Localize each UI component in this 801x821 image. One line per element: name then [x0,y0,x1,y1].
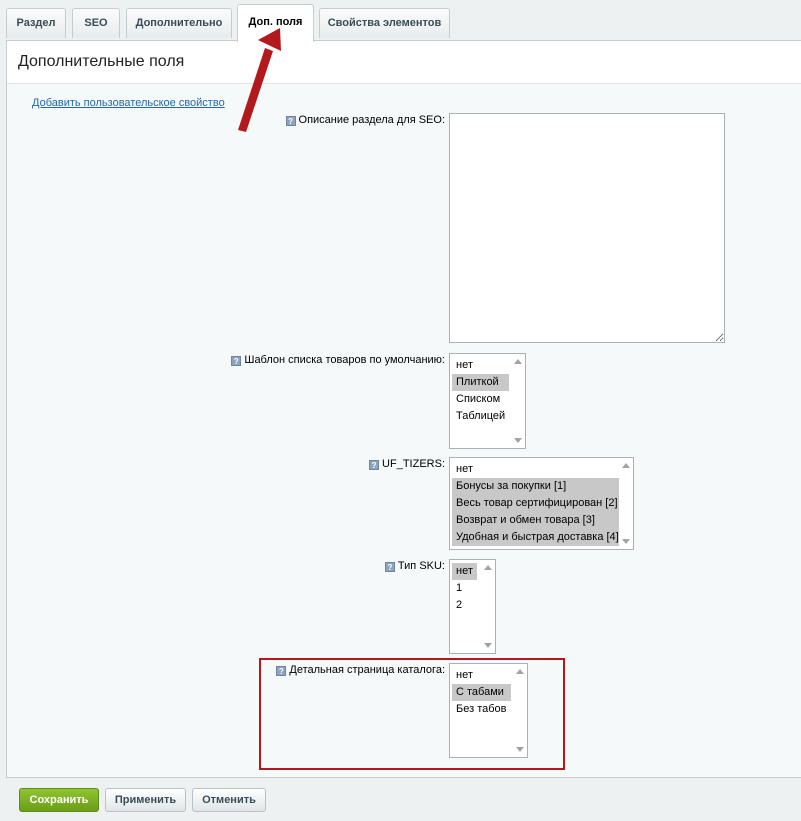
save-button[interactable]: Сохранить [19,788,99,812]
select-option[interactable]: нет [452,461,623,478]
uf-tizers-label: ? UF_TIZERS: [369,458,445,470]
sku-type-label: ? Тип SKU: [384,560,445,572]
scroll-down-icon[interactable] [516,747,524,752]
select-option[interactable]: 2 [452,597,477,614]
edit-panel: Дополнительные поля Добавить пользовател… [6,40,801,778]
list-template-options: нет Плиткой Списком Таблицей [452,357,510,425]
scroll-down-icon[interactable] [484,643,492,648]
scroll-up-icon[interactable] [622,463,630,468]
uf-tizers-options: нет Бонусы за покупки [1] Весь товар серти… [452,461,623,546]
catalog-detail-label-text: Детальная страница каталога: [289,664,445,676]
question-hint-icon[interactable]: ? [384,562,395,572]
tab-section[interactable]: Раздел [6,8,66,38]
select-option[interactable]: Списком [452,391,509,408]
select-option[interactable]: нет [452,563,477,580]
select-option[interactable]: Возврат и обмен товара [3] [452,512,623,529]
catalog-detail-label: ? Детальная страница каталога: [276,664,445,676]
panel-body: Добавить пользовательское свойство ? Опис… [7,84,801,777]
scrollbar[interactable] [481,560,495,653]
sku-type-options: нет 1 2 [452,563,477,614]
cancel-button[interactable]: Отменить [192,788,266,812]
scroll-down-icon[interactable] [622,539,630,544]
question-hint-icon[interactable]: ? [285,116,296,126]
tab-element-properties[interactable]: Свойства элементов [319,8,450,38]
select-option[interactable]: Бонусы за покупки [1] [452,478,623,495]
uf-tizers-label-text: UF_TIZERS: [382,458,445,470]
catalog-detail-options: нет С табами Без табов [452,667,511,718]
apply-button[interactable]: Применить [105,788,186,812]
seo-description-label-text: Описание раздела для SEO: [298,114,445,126]
tab-additional[interactable]: Дополнительно [126,8,232,38]
scroll-up-icon[interactable] [516,669,524,674]
scroll-down-icon[interactable] [514,438,522,443]
tab-seo[interactable]: SEO [72,8,120,38]
select-option[interactable]: Таблицей [452,408,509,425]
select-option[interactable]: Плиткой [452,374,510,391]
tab-bar: Раздел SEO Дополнительно Доп. поля Свойс… [0,0,801,42]
select-option[interactable]: нет [452,667,511,684]
catalog-detail-select[interactable]: нет С табами Без табов [449,663,528,758]
add-user-property-link[interactable]: Добавить пользовательское свойство [32,97,225,109]
question-hint-icon[interactable]: ? [369,460,380,470]
scrollbar[interactable] [513,664,527,757]
panel-title: Дополнительные поля [18,53,185,70]
tab-extra-fields[interactable]: Доп. поля [237,4,314,42]
scroll-up-icon[interactable] [514,359,522,364]
sku-type-select[interactable]: нет 1 2 [449,559,496,654]
list-template-select[interactable]: нет Плиткой Списком Таблицей [449,353,526,449]
question-hint-icon[interactable]: ? [231,356,242,366]
scroll-up-icon[interactable] [484,565,492,570]
seo-description-textarea[interactable] [449,113,725,343]
seo-description-label: ? Описание раздела для SEO: [285,114,445,126]
uf-tizers-select[interactable]: нет Бонусы за покупки [1] Весь товар серти… [449,457,634,550]
select-option[interactable]: Удобная и быстрая доставка [4] [452,529,623,546]
select-option[interactable]: нет [452,357,509,374]
question-hint-icon[interactable]: ? [276,666,287,676]
select-option[interactable]: С табами [452,684,511,701]
list-template-label: ? Шаблон списка товаров по умолчанию: [231,354,445,366]
select-option[interactable]: Весь товар сертифицирован [2] [452,495,623,512]
scrollbar[interactable] [511,354,525,448]
select-option[interactable]: Без табов [452,701,511,718]
sku-type-label-text: Тип SKU: [397,560,445,572]
scrollbar[interactable] [619,458,633,549]
list-template-label-text: Шаблон списка товаров по умолчанию: [244,354,445,366]
select-option[interactable]: 1 [452,580,477,597]
footer-bar: Сохранить Применить Отменить [0,778,801,821]
